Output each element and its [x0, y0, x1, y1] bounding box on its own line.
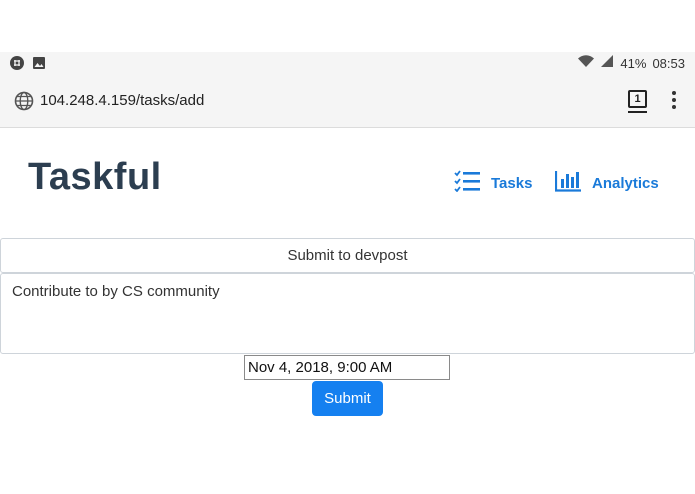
- image-notification-icon: [32, 56, 46, 75]
- status-bar: 41% 08:53: [0, 52, 695, 76]
- slack-notification-icon: [10, 56, 24, 75]
- more-vert-icon[interactable]: [672, 91, 678, 111]
- browser-address-bar: 104.248.4.159/tasks/add 1: [0, 76, 695, 128]
- nav-analytics-label: Analytics: [592, 174, 659, 192]
- tabs-underline: [628, 111, 647, 113]
- checklist-icon: [454, 170, 481, 196]
- wifi-icon: [578, 55, 595, 71]
- top-blank-area: [0, 0, 695, 52]
- submit-button[interactable]: Submit: [312, 381, 383, 416]
- brand-title[interactable]: Taskful: [28, 156, 162, 199]
- url-field[interactable]: 104.248.4.159/tasks/add: [40, 92, 204, 109]
- nav-tasks-link[interactable]: Tasks: [454, 170, 532, 196]
- bar-chart-icon: [554, 170, 582, 196]
- due-date-input[interactable]: Nov 4, 2018, 9:00 AM: [244, 355, 450, 380]
- nav-tasks-label: Tasks: [491, 174, 533, 192]
- globe-icon: [14, 91, 34, 116]
- status-left-icons: [10, 56, 46, 75]
- nav-analytics-link[interactable]: Analytics: [554, 170, 659, 196]
- status-right: 41% 08:53: [578, 55, 685, 71]
- task-title-input[interactable]: Submit to devpost: [0, 238, 695, 273]
- task-description-textarea[interactable]: Contribute to by CS community: [0, 273, 695, 354]
- tabs-icon[interactable]: 1: [628, 90, 647, 108]
- signal-icon: [600, 55, 614, 71]
- clock-text: 08:53: [652, 55, 685, 71]
- battery-text: 41%: [620, 55, 647, 71]
